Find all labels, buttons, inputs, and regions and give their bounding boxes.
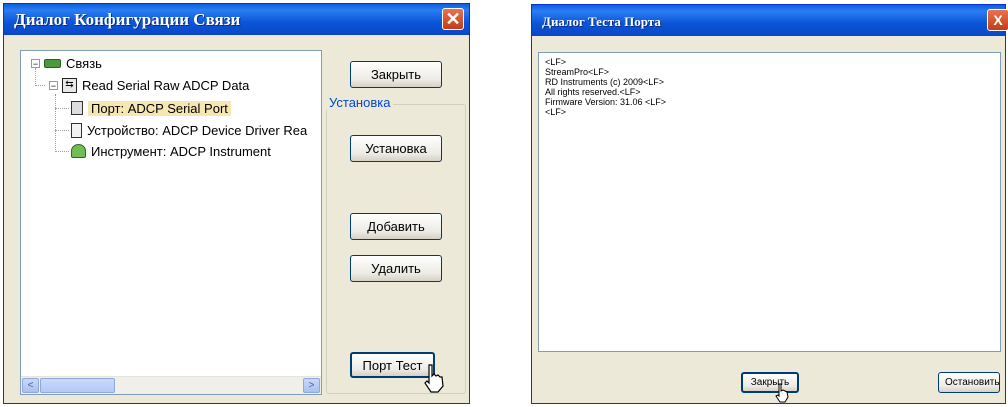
tree-node-port[interactable]: Порт: ADCP Serial Port (71, 99, 231, 117)
tree-collapse-icon[interactable]: − (49, 80, 58, 90)
config-dialog-close-icon[interactable]: ✕ (442, 8, 464, 30)
port-test-dialog-close-icon[interactable]: X (987, 9, 1008, 31)
port-test-dialog-titlebar[interactable]: Диалог Теста Порта X (532, 5, 1008, 36)
config-dialog-titlebar[interactable]: Диалог Конфигурации Связи ✕ (4, 4, 469, 35)
output-line: StreamPro<LF> (545, 67, 610, 77)
instrument-icon (71, 144, 86, 158)
tree-collapse-icon[interactable]: − (31, 58, 40, 68)
scroll-right-button[interactable]: > (303, 378, 320, 393)
close-button[interactable]: Закрыть (350, 61, 442, 88)
serial-port-icon (71, 101, 83, 115)
tree-node-instrument[interactable]: Инструмент: ADCP Instrument (71, 142, 271, 160)
setup-group-label: Установка (326, 95, 394, 110)
tree-node-connection[interactable]: − Связь (31, 54, 102, 72)
output-line: <LF> (545, 57, 567, 67)
scroll-left-button[interactable]: < (22, 378, 39, 393)
mouse-cursor-icon (775, 383, 789, 403)
mouse-cursor-icon (424, 364, 444, 393)
connection-icon (44, 58, 61, 68)
tree-node-label: Инструмент: ADCP Instrument (91, 143, 271, 159)
tree-line (55, 151, 69, 152)
close-button[interactable]: Закрыть (741, 372, 799, 393)
output-line: All rights reserved.<LF> (545, 87, 641, 97)
output-line: Firmware Version: 31.06 <LF> (545, 97, 667, 107)
tree-line (55, 94, 56, 152)
port-test-output[interactable]: <LF> StreamPro<LF> RD Instruments (c) 20… (538, 52, 1001, 352)
tree-node-data-source[interactable]: − ⇆ Read Serial Raw ADCP Data (49, 76, 249, 94)
tree-node-label: Порт: ADCP Serial Port (88, 100, 231, 116)
tree-node-label: Read Serial Raw ADCP Data (82, 77, 250, 93)
connection-tree[interactable]: − Связь − ⇆ Read Serial Raw ADCP Data По… (20, 50, 322, 395)
output-line: <LF> (545, 107, 567, 117)
device-icon (71, 122, 82, 138)
tree-node-label: Устройство: ADCP Device Driver Rea (87, 122, 308, 138)
port-test-dialog-title: Диалог Теста Порта (542, 14, 661, 29)
stop-button[interactable]: Остановить (938, 372, 1000, 393)
setup-button[interactable]: Установка (350, 135, 442, 162)
tree-line (55, 108, 69, 109)
port-test-dialog: Диалог Теста Порта X <LF> StreamPro<LF> … (531, 4, 1008, 404)
config-dialog-title: Диалог Конфигурации Связи (14, 10, 241, 29)
tree-node-label: Связь (66, 55, 102, 71)
config-dialog: Диалог Конфигурации Связи ✕ − Связь − ⇆ … (3, 3, 470, 404)
horizontal-scrollbar[interactable]: < > (21, 376, 321, 394)
tree-node-device[interactable]: Устройство: ADCP Device Driver Rea (71, 121, 307, 139)
delete-button[interactable]: Удалить (350, 255, 442, 282)
scroll-thumb[interactable] (40, 378, 115, 393)
add-button[interactable]: Добавить (350, 213, 442, 240)
tree-line (35, 85, 45, 86)
tree-line (55, 130, 69, 131)
output-line: RD Instruments (c) 2009<LF> (545, 77, 665, 87)
data-source-icon: ⇆ (62, 77, 77, 93)
